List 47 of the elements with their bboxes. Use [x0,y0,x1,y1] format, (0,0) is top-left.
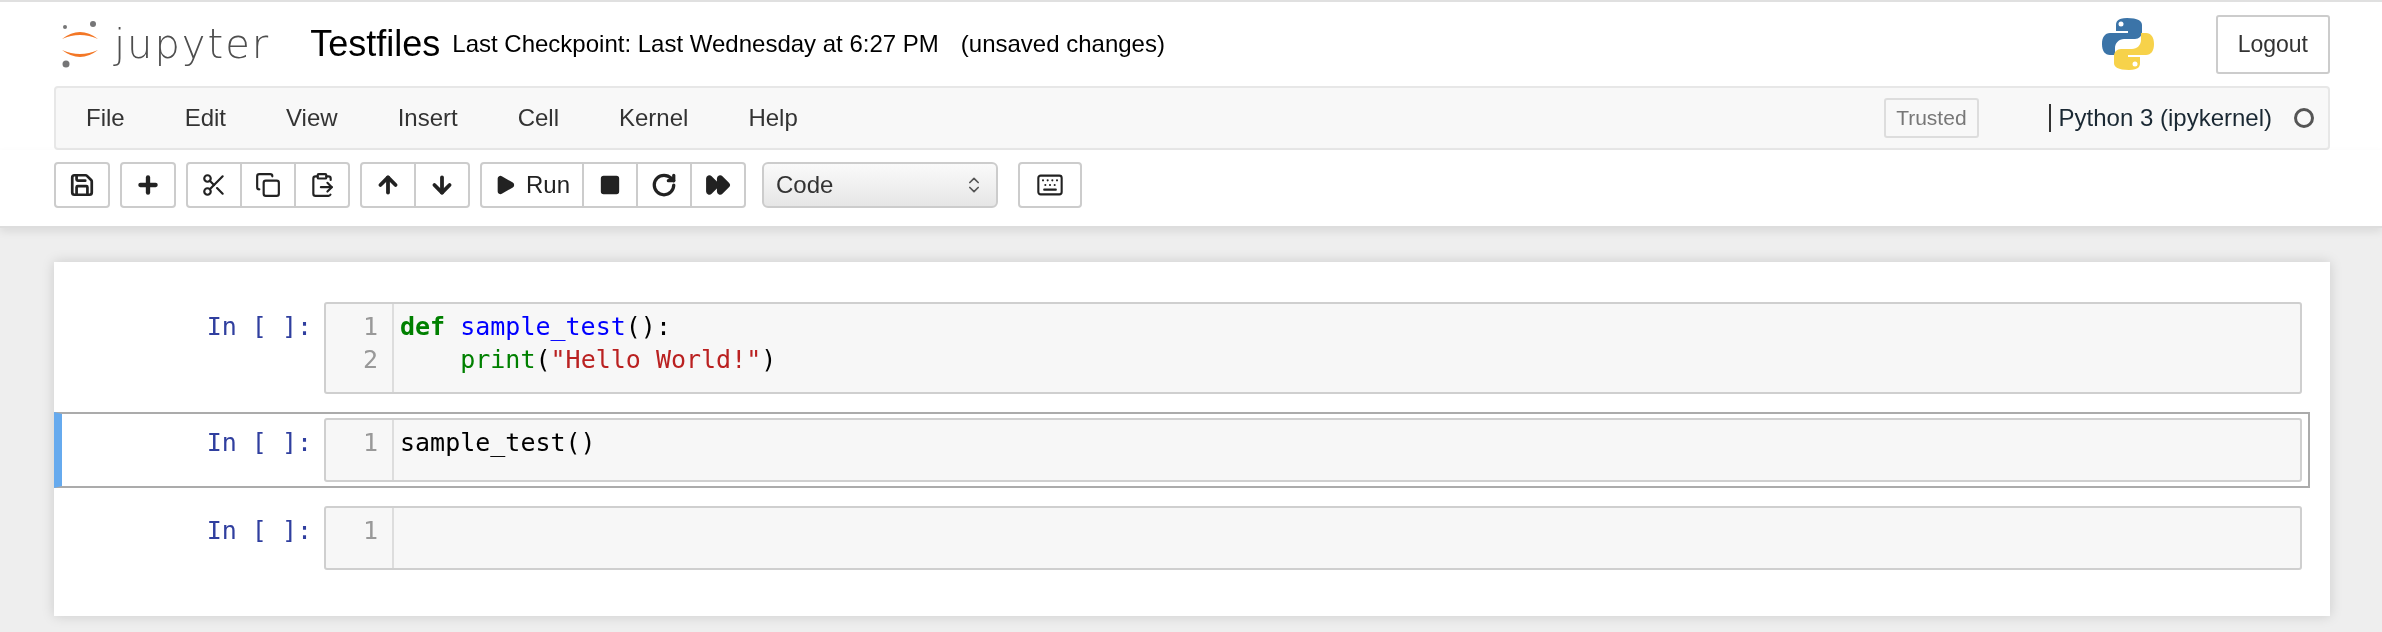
stop-button[interactable] [582,162,639,208]
python-logo-icon [2099,16,2156,72]
move-down-button[interactable] [414,162,470,208]
line-number: 1 [361,515,379,547]
keyboard-button[interactable] [1018,162,1083,208]
run-button[interactable]: Run [480,162,585,208]
menu-item[interactable]: Help [748,104,798,132]
cell-type-select[interactable]: Code [762,162,999,208]
paste-icon [309,172,335,198]
plus-icon [135,172,161,198]
restart-button[interactable] [636,162,693,208]
logo-text: jupyter [114,21,271,67]
save-button[interactable] [54,162,110,208]
menu-item[interactable]: File [86,104,125,132]
copy-button[interactable] [240,162,296,208]
input-prompt: In [ ]: [205,311,313,341]
kernel-name[interactable]: Python 3 (ipykernel) [2058,104,2272,132]
checkpoint-status: Last Checkpoint: Last Wednesday at 6:27 PM [452,30,939,58]
input-prompt: In [ ]: [205,427,313,457]
restart-icon [651,172,678,198]
paste-button[interactable] [294,162,350,208]
code-line: sample_test() [400,427,596,459]
add-cell-button[interactable] [120,162,176,208]
line-number: 1 [361,427,379,459]
menu-item[interactable]: Kernel [619,104,689,132]
menu-item[interactable]: Insert [397,104,458,132]
fast-forward-button[interactable] [690,162,747,208]
menu-item[interactable]: Cell [517,104,559,132]
code-line: print("Hello World!") [459,344,777,376]
input-prompt: In [ ]: [205,515,313,545]
code-line: def sample_test(): [400,311,672,343]
trusted-button[interactable]: Trusted [1884,98,1979,138]
cut-button[interactable] [186,162,242,208]
autosave-status: (unsaved changes) [960,30,1165,58]
fast-forward-icon [705,172,732,198]
line-number: 2 [361,344,379,376]
line-number: 1 [361,311,379,343]
save-icon [69,172,95,198]
logout-button[interactable]: Logout [2215,14,2330,74]
notebook-cell[interactable]: In [ ]: 1 sample_test() [54,412,2310,488]
menu-item[interactable]: View [286,104,338,132]
scissors-icon [201,172,227,198]
stop-icon [599,174,622,196]
menu-item[interactable]: Edit [184,104,227,132]
notebook-name[interactable]: Testfiles [310,23,441,65]
copy-icon [255,172,281,198]
move-up-button[interactable] [360,162,416,208]
